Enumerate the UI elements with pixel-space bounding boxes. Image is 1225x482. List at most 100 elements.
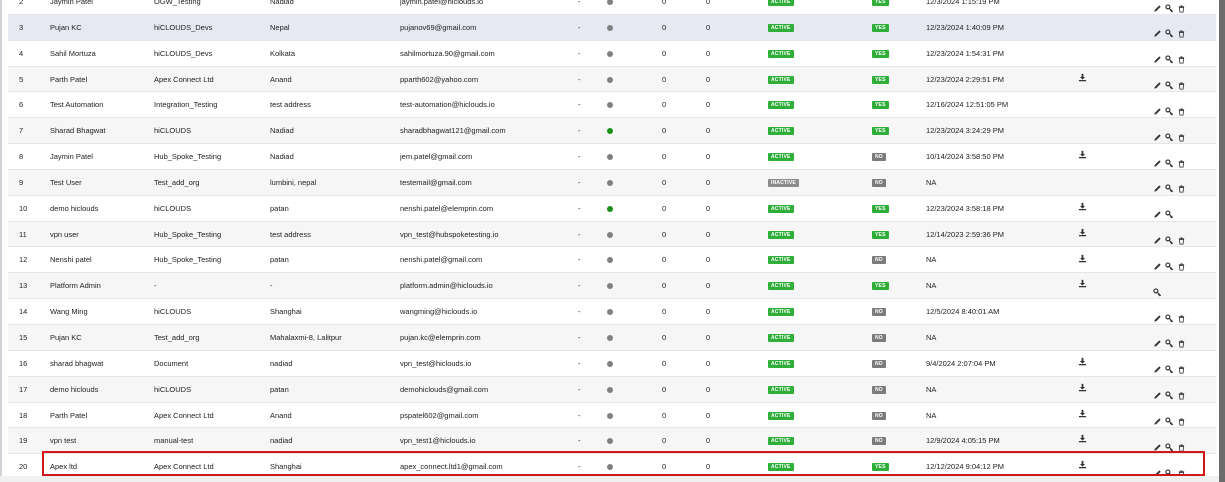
download-cell xyxy=(1078,247,1090,273)
count-value: 0 xyxy=(706,229,711,239)
table-row[interactable]: 5 Parth Patel Apex Connect Ltd Anand pparth6… xyxy=(8,66,1216,93)
pencil-icon[interactable] xyxy=(1153,153,1162,167)
address: Nadiad xyxy=(270,152,294,162)
download-icon[interactable] xyxy=(1078,351,1087,377)
status-cell: ACTIVE xyxy=(768,403,838,429)
trash-icon[interactable] xyxy=(1177,411,1186,426)
key-icon[interactable] xyxy=(1153,282,1162,297)
key-icon[interactable] xyxy=(1165,308,1174,322)
actions-cell xyxy=(1153,144,1203,170)
pencil-icon[interactable] xyxy=(1153,308,1162,322)
table-row[interactable]: 6 Test Automation Integration_Testing test … xyxy=(8,92,1216,119)
table-row[interactable]: 10 demo hiclouds hiCLOUDS patan nenshi.patel… xyxy=(8,196,1216,222)
download-icon[interactable] xyxy=(1078,196,1087,222)
pencil-icon[interactable] xyxy=(1153,437,1162,451)
trash-icon[interactable] xyxy=(1177,463,1186,478)
download-icon[interactable] xyxy=(1078,403,1087,429)
table-row[interactable]: 12 Nenshi patel Hub_Spoke_Testing patan nens… xyxy=(8,247,1216,274)
key-icon[interactable] xyxy=(1165,333,1174,348)
table-row[interactable]: 14 Wang Ming hiCLOUDS Shanghai wangming@hicl… xyxy=(8,299,1216,325)
key-icon[interactable] xyxy=(1165,437,1174,452)
key-icon[interactable] xyxy=(1165,230,1174,245)
pencil-icon[interactable] xyxy=(1153,75,1162,89)
trash-icon[interactable] xyxy=(1177,153,1186,168)
key-icon[interactable] xyxy=(1165,256,1174,271)
user-name: Parth Patel xyxy=(50,74,88,84)
pencil-icon[interactable] xyxy=(1153,230,1162,244)
table-row[interactable]: 17 demo hiclouds hiCLOUDS patan demohiclouds… xyxy=(8,376,1216,403)
trash-icon[interactable] xyxy=(1177,178,1186,193)
download-icon[interactable] xyxy=(1078,377,1087,403)
trash-icon[interactable] xyxy=(1177,127,1186,142)
key-icon[interactable] xyxy=(1165,49,1174,64)
table-row[interactable]: 8 Jaymin Patel Hub_Spoke_Testing Nadiad jem.… xyxy=(8,144,1216,170)
empty-value: - xyxy=(578,436,581,446)
empty-value: - xyxy=(578,281,581,291)
pencil-icon[interactable] xyxy=(1153,49,1162,63)
trash-icon[interactable] xyxy=(1177,256,1186,271)
pencil-icon[interactable] xyxy=(1153,127,1162,141)
pencil-icon[interactable] xyxy=(1153,333,1162,348)
address: Nepal xyxy=(270,22,290,32)
table-row[interactable]: 18 Parth Patel Apex Connect Ltd Anand pspate… xyxy=(8,403,1216,429)
flag-cell: NO xyxy=(872,428,902,454)
table-row[interactable]: 2 Jaymin Patel OGW_Testing Nadiad jaymin.pat… xyxy=(8,0,1216,15)
pencil-icon[interactable] xyxy=(1153,411,1162,425)
pencil-icon[interactable] xyxy=(1153,178,1162,193)
pencil-icon[interactable] xyxy=(1153,101,1162,115)
key-icon[interactable] xyxy=(1165,385,1174,400)
pencil-icon[interactable] xyxy=(1153,359,1162,373)
trash-icon[interactable] xyxy=(1177,0,1186,13)
pencil-icon[interactable] xyxy=(1153,204,1162,218)
status-badge: INACTIVE xyxy=(768,178,799,187)
key-icon[interactable] xyxy=(1165,101,1174,116)
trash-icon[interactable] xyxy=(1177,333,1186,348)
download-icon[interactable] xyxy=(1078,428,1087,454)
actions-cell xyxy=(1153,247,1203,273)
trash-icon[interactable] xyxy=(1177,308,1186,323)
trash-icon[interactable] xyxy=(1177,23,1186,38)
trash-icon[interactable] xyxy=(1177,230,1186,245)
download-icon[interactable] xyxy=(1078,67,1087,93)
pencil-icon[interactable] xyxy=(1153,463,1162,477)
pencil-icon[interactable] xyxy=(1153,0,1162,12)
table-row[interactable]: 9 Test User Test_add_org lumbini, nepal test… xyxy=(8,169,1216,196)
download-icon[interactable] xyxy=(1078,222,1087,248)
table-row[interactable]: 13 Platform Admin - - platform.admin@hicloud… xyxy=(8,273,1216,300)
key-icon[interactable] xyxy=(1165,75,1174,90)
trash-icon[interactable] xyxy=(1177,75,1186,90)
key-icon[interactable] xyxy=(1165,127,1174,142)
download-icon[interactable] xyxy=(1078,248,1087,274)
key-icon[interactable] xyxy=(1165,0,1174,12)
pencil-icon[interactable] xyxy=(1153,385,1162,399)
table-row[interactable]: 3 Pujan KC hiCLOUDS_Devs Nepal pujanov69@gma… xyxy=(8,14,1216,41)
email: vpn_test@hubspoketesting.io xyxy=(400,229,499,239)
trash-icon[interactable] xyxy=(1177,385,1186,400)
table-row[interactable]: 4 Sahil Mortuza hiCLOUDS_Devs Kolkata sahilm… xyxy=(8,41,1216,67)
empty-value: - xyxy=(578,177,581,187)
row-number: 16 xyxy=(19,358,28,368)
table-row[interactable]: 16 sharad bhagwat Document nadiad vpn_test@h… xyxy=(8,351,1216,377)
pencil-icon[interactable] xyxy=(1153,23,1162,38)
row-number: 2 xyxy=(19,0,24,6)
table-row[interactable]: 19 vpn test manual-test nadiad vpn_test1@hic… xyxy=(8,428,1216,455)
trash-icon[interactable] xyxy=(1177,359,1186,374)
table-row[interactable]: 15 Pujan KC Test_add_org Mahalaxmi-8, Lalit… xyxy=(8,324,1216,351)
key-icon[interactable] xyxy=(1165,463,1174,478)
key-icon[interactable] xyxy=(1165,178,1174,193)
key-icon[interactable] xyxy=(1165,23,1174,38)
table-row[interactable]: 7 Sharad Bhagwat hiCLOUDS Nadiad sharadbhagw… xyxy=(8,118,1216,145)
key-icon[interactable] xyxy=(1165,359,1174,374)
key-icon[interactable] xyxy=(1165,411,1174,426)
trash-icon[interactable] xyxy=(1177,49,1186,64)
download-icon[interactable] xyxy=(1078,273,1087,299)
trash-icon[interactable] xyxy=(1177,437,1186,452)
scrollbar[interactable] xyxy=(1219,0,1225,482)
status-cell: ACTIVE xyxy=(768,15,838,41)
key-icon[interactable] xyxy=(1165,204,1174,219)
key-icon[interactable] xyxy=(1165,153,1174,167)
trash-icon[interactable] xyxy=(1177,101,1186,116)
pencil-icon[interactable] xyxy=(1153,256,1162,270)
table-row[interactable]: 11 vpn user Hub_Spoke_Testing test address v… xyxy=(8,221,1216,248)
download-icon[interactable] xyxy=(1078,144,1087,170)
